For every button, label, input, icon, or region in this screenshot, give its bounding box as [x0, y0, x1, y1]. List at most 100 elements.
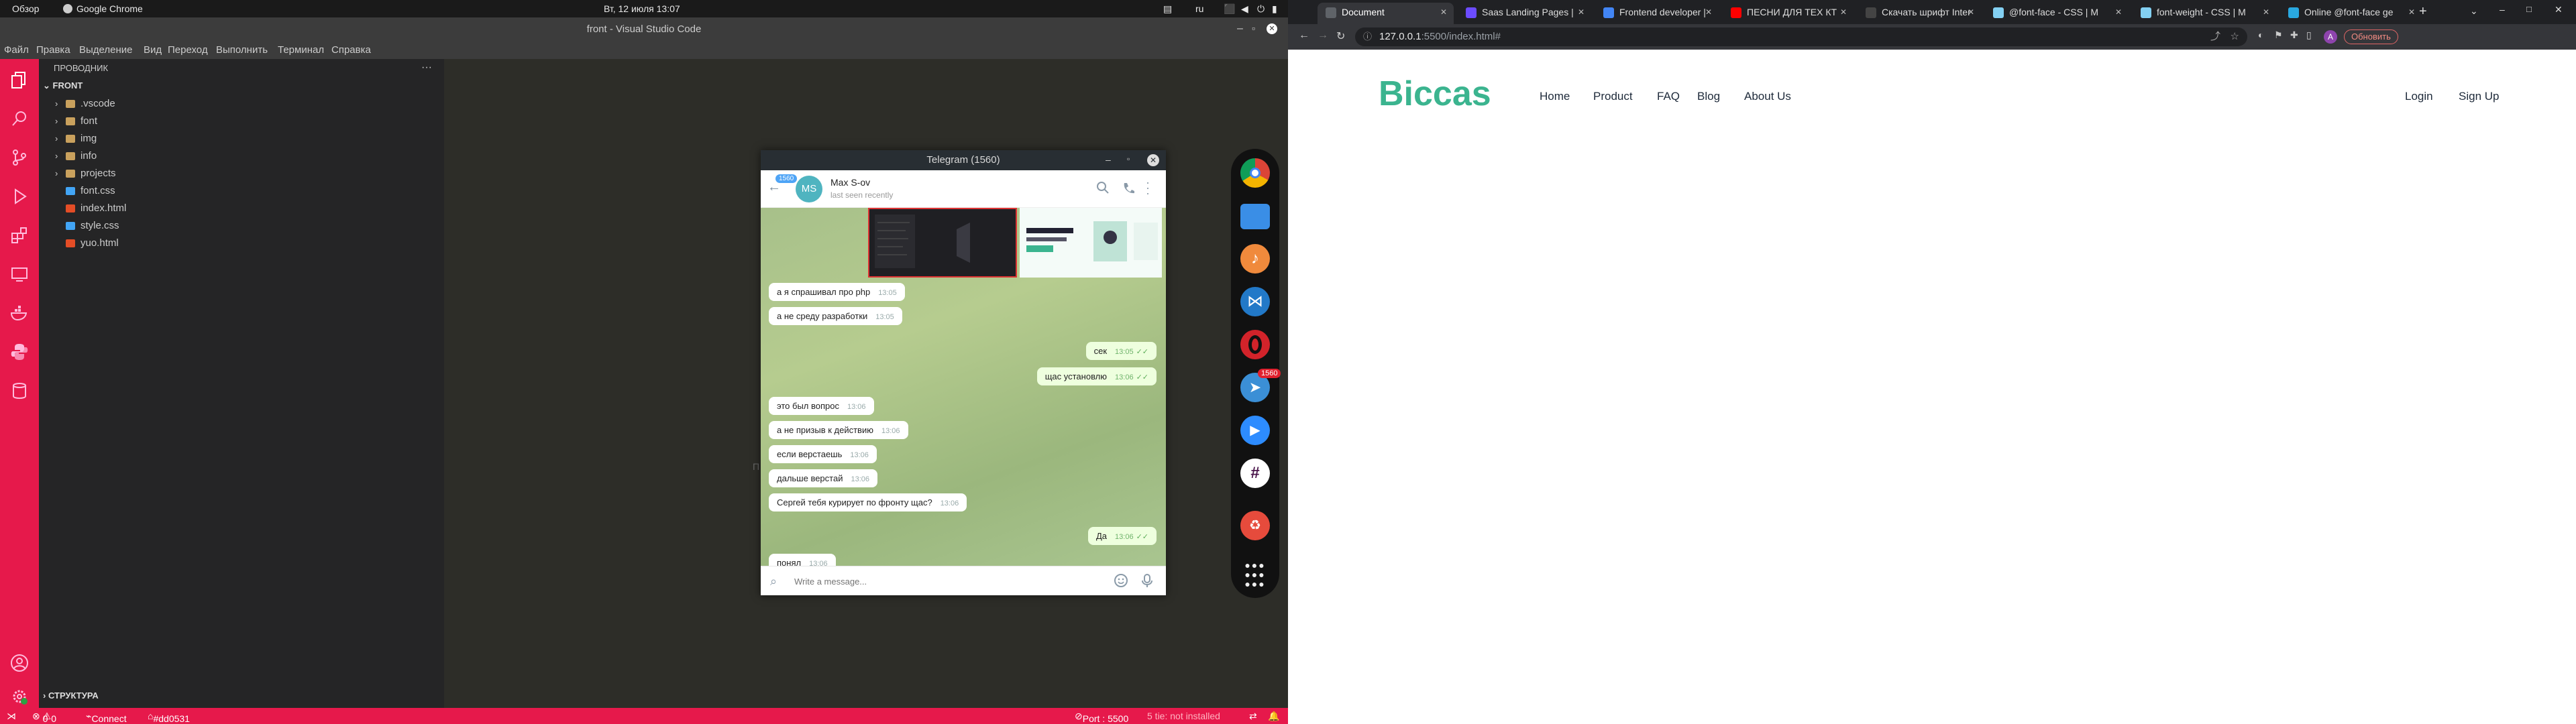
extension-1-icon[interactable]: ◐ — [2258, 29, 2263, 40]
menu-view[interactable]: Вид — [144, 44, 162, 56]
nav-home[interactable]: Home — [1540, 90, 1570, 103]
chat-menu-icon[interactable]: · · · — [1146, 176, 1150, 199]
docker-icon[interactable] — [9, 303, 30, 323]
overview-button[interactable]: Обзор — [12, 3, 39, 14]
emoji-icon[interactable] — [1114, 573, 1128, 588]
update-button[interactable]: Обновить — [2344, 29, 2398, 44]
incoming-message[interactable]: а не призыв к действию 13:06 — [769, 421, 908, 439]
browser-tab[interactable]: ПЕСНИ ДЛЯ ТЕХ КТ ✕ — [1723, 3, 1854, 24]
extensions-icon[interactable] — [9, 225, 30, 245]
bookmark-star-icon[interactable]: ☆ — [2231, 27, 2239, 46]
incoming-message[interactable]: это был вопрос 13:06 — [769, 397, 874, 415]
opera-icon[interactable] — [1240, 330, 1270, 359]
tab-close-icon[interactable]: ✕ — [1705, 3, 1712, 21]
explorer-icon[interactable] — [9, 70, 30, 90]
contact-avatar[interactable]: MS — [796, 176, 822, 202]
signup-link[interactable]: Sign Up — [2459, 90, 2499, 103]
tab-close-icon[interactable]: ✕ — [2408, 3, 2415, 21]
call-icon[interactable] — [1122, 181, 1135, 194]
incoming-message[interactable]: а не среду разработки 13:05 — [769, 307, 902, 325]
problems-indicator[interactable]: ⊗ 0 ⚠ 0 — [32, 711, 56, 724]
chat-search-icon[interactable] — [1096, 181, 1110, 194]
active-app-name[interactable]: Google Chrome — [76, 3, 143, 14]
menu-go[interactable]: Переход — [168, 44, 208, 56]
browser-tab[interactable]: Online @font-face ge ✕ — [2280, 3, 2422, 24]
chrome-minimize-icon[interactable]: – — [2500, 4, 2505, 15]
outgoing-message[interactable]: сек 13:05 ✓✓ — [1085, 342, 1157, 360]
zoom-icon[interactable]: ▶ — [1240, 416, 1270, 445]
chrome-close-icon[interactable]: ✕ — [2555, 4, 2563, 15]
tab-close-icon[interactable]: ✕ — [1578, 3, 1585, 21]
music-icon[interactable]: ♪ — [1240, 244, 1270, 274]
tab-close-icon[interactable]: ✕ — [2115, 3, 2122, 21]
menu-edit[interactable]: Правка — [36, 44, 70, 56]
nav-faq[interactable]: FAQ — [1657, 90, 1680, 103]
color-status[interactable]: ⌂ #dd0531 — [148, 711, 190, 724]
reload-icon[interactable]: ↻ — [1336, 29, 1345, 43]
profile-avatar[interactable]: A — [2324, 30, 2337, 44]
folder-icon[interactable] — [1240, 204, 1270, 229]
chrome-icon[interactable] — [1240, 158, 1270, 188]
outgoing-message[interactable]: щас установлю 13:06 ✓✓ — [1036, 367, 1157, 385]
clipboard-icon[interactable]: ▤ — [1163, 3, 1172, 15]
network-icon[interactable]: ⬛ — [1224, 3, 1235, 15]
outline-section[interactable]: › СТРУКТУРА — [43, 690, 99, 701]
attach-paperclip-icon[interactable]: ⌕ — [770, 575, 777, 589]
trash-icon[interactable]: ♻ — [1240, 511, 1270, 540]
tab-close-icon[interactable]: ✕ — [1440, 3, 1447, 21]
menu-terminal[interactable]: Терминал — [278, 44, 324, 56]
forward-icon[interactable]: → — [1318, 29, 1328, 42]
nav-about-us[interactable]: About Us — [1744, 90, 1791, 103]
site-logo[interactable]: Biccas — [1379, 74, 1491, 114]
apps-grid-icon[interactable]: ●●● ●●● ●●● — [1240, 555, 1270, 589]
message-input[interactable] — [794, 572, 1089, 591]
incoming-message[interactable]: дальше верстай 13:06 — [769, 469, 877, 487]
settings-gear-icon[interactable] — [9, 686, 30, 707]
vscode-icon[interactable]: ⋈ — [1240, 287, 1270, 316]
outgoing-message[interactable]: Да 13:06 ✓✓ — [1087, 527, 1157, 545]
browser-tab[interactable]: font-weight - CSS | M ✕ — [2133, 3, 2276, 24]
browser-tab[interactable]: @font-face - CSS | M ✕ — [1985, 3, 2129, 24]
run-debug-icon[interactable] — [9, 186, 30, 206]
power-icon[interactable]: ⏻ — [1257, 3, 1265, 15]
incoming-message[interactable]: а я спрашивал про php 13:05 — [769, 283, 905, 301]
extensions-puzzle-icon[interactable]: ✚ — [2290, 29, 2298, 41]
nav-blog[interactable]: Blog — [1697, 90, 1720, 103]
login-link[interactable]: Login — [2405, 90, 2433, 103]
port-status[interactable]: ⊘ Port : 5500 — [1075, 711, 1128, 724]
incoming-message[interactable]: если верстаешь 13:06 — [769, 445, 877, 463]
clock[interactable]: Вт, 12 июля 13:07 — [604, 3, 680, 14]
menu-run[interactable]: Выполнить — [216, 44, 268, 56]
tg-maximize-icon[interactable]: ▫ — [1127, 154, 1130, 164]
back-icon[interactable]: ← — [1299, 29, 1309, 42]
tab-search-chevron-icon[interactable]: ⌄ — [2470, 5, 2478, 17]
microphone-icon[interactable] — [1140, 573, 1154, 588]
connect-status[interactable]: ⌁ Connect — [86, 711, 127, 724]
tab-close-icon[interactable]: ✕ — [2263, 3, 2269, 21]
root-folder[interactable]: ⌄ FRONT — [43, 80, 83, 91]
new-tab-button[interactable]: + — [2419, 4, 2427, 19]
search-icon[interactable] — [9, 109, 30, 129]
menu-file[interactable]: Файл — [4, 44, 29, 56]
nav-product[interactable]: Product — [1593, 90, 1633, 103]
tab-close-icon[interactable]: ✕ — [1968, 3, 1974, 21]
remote-explorer-icon[interactable] — [9, 264, 30, 284]
tg-minimize-icon[interactable]: – — [1106, 154, 1111, 165]
python-icon[interactable] — [9, 342, 30, 362]
browser-tab[interactable]: Document ✕ — [1318, 3, 1454, 24]
side-panel-icon[interactable]: ▯ — [2306, 29, 2312, 41]
browser-tab[interactable]: Saas Landing Pages | ✕ — [1458, 3, 1591, 24]
source-control-icon[interactable] — [9, 147, 30, 168]
share-icon[interactable]: ⤴ — [2210, 27, 2220, 46]
menu-selection[interactable]: Выделение — [79, 44, 132, 56]
notifications-bell-icon[interactable]: 🔔 — [1268, 711, 1279, 722]
remote-icon[interactable]: ⋊ — [7, 711, 16, 722]
slack-icon[interactable]: # — [1240, 459, 1270, 488]
incoming-message[interactable]: Сергей тебя курирует по фронту щас? 13:06 — [769, 493, 967, 511]
minimize-icon[interactable]: – — [1237, 23, 1243, 35]
more-actions-icon[interactable]: ··· — [421, 62, 432, 74]
account-icon[interactable] — [9, 653, 30, 673]
input-language[interactable]: ru — [1195, 3, 1203, 14]
tg-close-icon[interactable]: ✕ — [1147, 154, 1159, 166]
address-bar[interactable]: ⓘ 127.0.0.1:5500/index.html# ⤴ ☆ — [1355, 27, 2247, 46]
